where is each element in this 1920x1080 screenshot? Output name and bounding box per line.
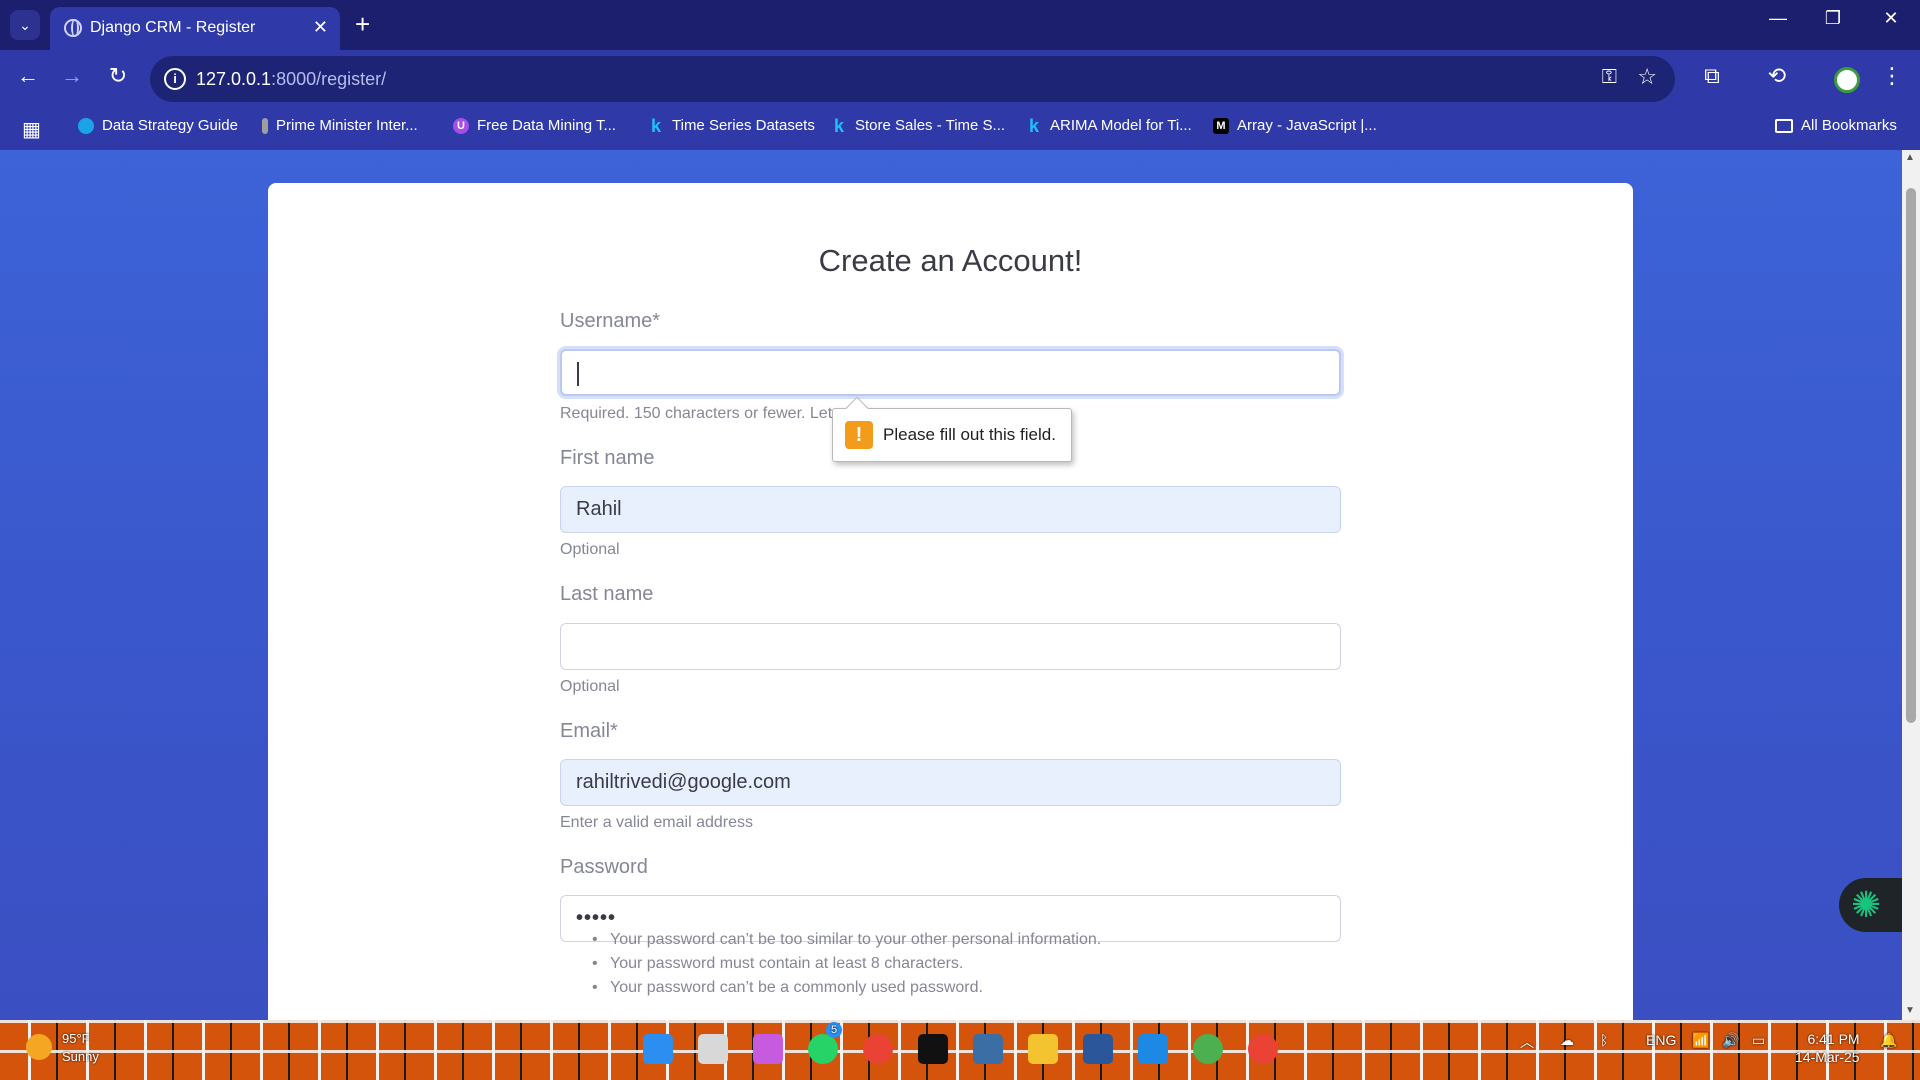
validation-tooltip: ! Please fill out this field. — [832, 396, 1072, 462]
battery-icon[interactable]: ▭ — [1752, 1032, 1765, 1049]
whatsapp-icon[interactable] — [808, 1034, 838, 1064]
scrollbar-thumb[interactable] — [1906, 188, 1916, 723]
windows-start-icon[interactable] — [643, 1034, 673, 1064]
tab-title: Django CRM - Register — [90, 19, 256, 36]
file-explorer-icon[interactable] — [1028, 1034, 1058, 1064]
vscode-icon[interactable] — [1138, 1034, 1168, 1064]
scroll-down-icon[interactable]: ▼ — [1905, 1005, 1915, 1016]
back-button[interactable]: ← — [12, 63, 44, 89]
register-card: Create an Account! Username* Required. 1… — [268, 183, 1633, 1020]
list-item: Your password must contain at least 8 ch… — [592, 952, 1101, 976]
last-name-label: Last name — [560, 583, 654, 605]
copilot-icon[interactable] — [753, 1034, 783, 1064]
forward-button[interactable]: → — [56, 63, 88, 89]
bookmark-item[interactable]: Prime Minister Inter... — [262, 117, 418, 134]
chrome-icon[interactable] — [863, 1034, 893, 1064]
sql-server-icon[interactable] — [973, 1034, 1003, 1064]
folder-icon — [1775, 118, 1793, 133]
password-label: Password — [560, 856, 648, 878]
chrome-profile-icon[interactable] — [1193, 1034, 1223, 1064]
tab-strip: ⌄ Django CRM - Register ✕ + — ❐ ✕ — [0, 0, 1920, 50]
first-name-label: First name — [560, 447, 655, 469]
page-viewport: Create an Account! Username* Required. 1… — [0, 150, 1920, 1020]
bookmark-item[interactable]: M Array - JavaScript |... — [1213, 117, 1377, 134]
kaggle-icon: k — [650, 115, 661, 136]
bookmark-item[interactable]: k Time Series Datasets — [648, 115, 815, 136]
list-item: Your password can’t be a commonly used p… — [592, 976, 1101, 1000]
chrome-profile-icon[interactable] — [1248, 1034, 1278, 1064]
minimize-button[interactable]: — — [1758, 8, 1798, 29]
email-label: Email* — [560, 720, 618, 742]
bluetooth-icon[interactable]: ᛒ — [1600, 1032, 1608, 1048]
kaggle-icon: k — [1028, 115, 1039, 136]
email-input[interactable]: rahiltrivedi@google.com — [560, 759, 1341, 806]
globe-icon — [64, 19, 82, 37]
tab-django-crm-register[interactable]: Django CRM - Register ✕ — [50, 7, 340, 50]
windows-taskbar: 95°F Sunny 5 ︿ ☁ ᛒ ENG 📶 🔊 ▭ 6:41 PM 14-… — [0, 1020, 1920, 1080]
password-key-icon[interactable]: ⚿ — [1602, 66, 1617, 89]
task-view-icon[interactable] — [698, 1034, 728, 1064]
scroll-up-icon[interactable]: ▲ — [1905, 152, 1915, 163]
language-indicator[interactable]: ENG — [1646, 1032, 1676, 1048]
restore-button[interactable]: ❐ — [1813, 8, 1853, 29]
warning-icon: ! — [845, 421, 873, 449]
pycharm-icon[interactable] — [918, 1034, 948, 1064]
first-name-help-text: Optional — [560, 541, 620, 558]
last-name-input[interactable] — [560, 623, 1341, 670]
notification-badge: 5 — [826, 1022, 842, 1038]
chatgpt-extension-icon[interactable]: ✺ — [1839, 878, 1905, 932]
site-info-icon[interactable]: i — [164, 68, 186, 90]
username-label: Username* — [560, 310, 661, 332]
bookmarks-bar: ▦ Data Strategy Guide Prime Minister Int… — [0, 108, 1920, 150]
all-bookmarks-button[interactable]: All Bookmarks — [1775, 117, 1897, 134]
address-bar[interactable]: i 127.0.0.1:8000/register/ ⚿ ☆ — [150, 56, 1675, 102]
chevron-up-icon[interactable]: ︿ — [1520, 1032, 1534, 1052]
username-help-text: Required. 150 characters or fewer. Let — [560, 405, 833, 422]
apps-grid-icon[interactable]: ▦ — [22, 117, 41, 142]
word-icon[interactable] — [1083, 1034, 1113, 1064]
page-icon — [262, 117, 268, 134]
shield-icon: U — [453, 117, 469, 134]
wifi-icon[interactable]: 📶 — [1692, 1032, 1709, 1049]
page-scrollbar[interactable]: ▲ ▼ — [1902, 150, 1920, 1020]
history-icon[interactable]: ⟲ — [1761, 63, 1793, 89]
reload-button[interactable]: ↻ — [102, 63, 134, 89]
volume-icon[interactable]: 🔊 — [1722, 1032, 1739, 1049]
first-name-input[interactable]: Rahil — [560, 486, 1341, 533]
bookmark-star-icon[interactable]: ☆ — [1637, 64, 1657, 90]
page-title: Create an Account! — [818, 243, 1083, 278]
username-input[interactable] — [560, 349, 1341, 396]
kaggle-icon: k — [833, 115, 844, 136]
cloud-icon — [78, 117, 94, 134]
menu-kebab-icon[interactable]: ⋮ — [1876, 63, 1908, 89]
tab-search-button[interactable]: ⌄ — [10, 10, 40, 40]
email-help-text: Enter a valid email address — [560, 814, 753, 831]
bookmark-item[interactable]: Data Strategy Guide — [78, 117, 238, 134]
list-item: Your password can’t be too similar to yo… — [592, 928, 1101, 952]
validation-message: Please fill out this field. — [883, 425, 1056, 444]
bookmark-item[interactable]: k ARIMA Model for Ti... — [1026, 115, 1192, 136]
last-name-help-text: Optional — [560, 678, 620, 695]
onedrive-icon[interactable]: ☁ — [1560, 1032, 1574, 1049]
weather-widget[interactable]: 95°F Sunny — [62, 1030, 99, 1066]
toolbar: ← → ↻ i 127.0.0.1:8000/register/ ⚿ ☆ ⧉ ⟲… — [0, 50, 1920, 108]
mdn-icon: M — [1213, 117, 1229, 134]
bookmark-item[interactable]: U Free Data Mining T... — [453, 117, 616, 134]
system-clock[interactable]: 6:41 PM 14-Mar-25 — [1795, 1030, 1860, 1066]
extensions-icon[interactable]: ⧉ — [1696, 63, 1728, 89]
new-tab-button[interactable]: + — [355, 9, 370, 39]
tab-close-icon[interactable]: ✕ — [313, 17, 328, 38]
bookmark-item[interactable]: k Store Sales - Time S... — [831, 115, 1005, 136]
password-rules-list: Your password can’t be too similar to yo… — [592, 928, 1101, 1000]
notification-center-icon[interactable]: 🔔 — [1880, 1032, 1897, 1049]
sun-icon[interactable] — [26, 1034, 52, 1060]
profile-avatar[interactable] — [1834, 67, 1860, 93]
text-caret — [577, 361, 579, 386]
url-text[interactable]: 127.0.0.1:8000/register/ — [196, 69, 386, 90]
close-window-button[interactable]: ✕ — [1871, 8, 1911, 29]
